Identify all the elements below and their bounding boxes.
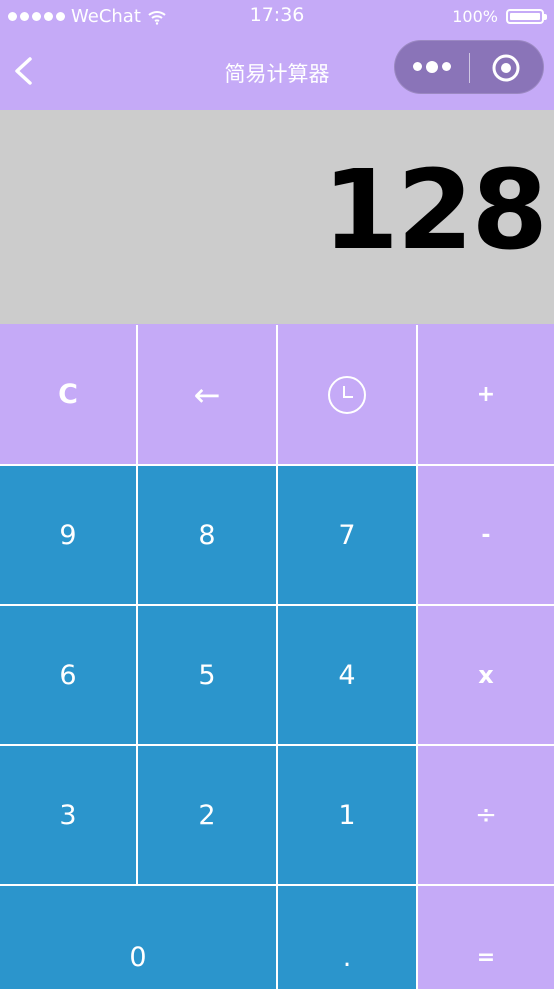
digit-7-button[interactable]: 7 (278, 466, 416, 604)
divide-button[interactable]: ÷ (418, 746, 554, 884)
battery-area: 100% (452, 7, 547, 26)
target-circle-icon[interactable] (492, 54, 520, 82)
history-button[interactable] (278, 325, 416, 464)
digit-label: 0 (129, 942, 147, 973)
minus-label: - (481, 522, 491, 548)
plus-button[interactable]: + (418, 325, 554, 464)
digit-9-button[interactable]: 9 (0, 466, 136, 604)
multiply-label: x (478, 661, 494, 689)
status-bar: WeChat 17:36 100% (0, 0, 554, 34)
backspace-label: ← (193, 375, 221, 414)
display-value: 128 (322, 146, 548, 274)
more-dots-icon[interactable] (413, 60, 451, 73)
plus-label: + (476, 382, 496, 407)
digit-label: 4 (338, 659, 356, 691)
digit-8-button[interactable]: 8 (138, 466, 276, 604)
clock-icon (328, 375, 366, 414)
battery-icon (506, 9, 547, 24)
digit-2-button[interactable]: 2 (138, 746, 276, 884)
digit-label: 1 (338, 799, 356, 831)
battery-percent: 100% (452, 7, 498, 26)
digit-label: 8 (198, 519, 216, 551)
digit-label: 6 (59, 659, 77, 691)
equals-label: = (476, 945, 496, 970)
capsule-divider (469, 53, 470, 83)
navigation-bar: 简易计算器 (0, 34, 554, 108)
digit-label: 7 (338, 519, 356, 551)
digit-label: 9 (59, 519, 77, 551)
mini-program-capsule (394, 40, 544, 94)
calculator-display: 128 (0, 110, 554, 324)
clear-label: C (58, 379, 78, 410)
multiply-button[interactable]: x (418, 606, 554, 744)
digit-6-button[interactable]: 6 (0, 606, 136, 744)
digit-0-button[interactable]: 0 (0, 886, 276, 989)
decimal-point-button[interactable]: . (278, 886, 416, 989)
digit-1-button[interactable]: 1 (278, 746, 416, 884)
digit-label: 3 (59, 799, 77, 831)
digit-label: 2 (198, 799, 216, 831)
clear-button[interactable]: C (0, 325, 136, 464)
equals-button[interactable]: = (418, 886, 554, 989)
digit-5-button[interactable]: 5 (138, 606, 276, 744)
digit-3-button[interactable]: 3 (0, 746, 136, 884)
minus-button[interactable]: - (418, 466, 554, 604)
keypad: C ← + 9 8 7 - 6 5 4 x 3 2 1 ÷ 0 . = (0, 325, 554, 989)
decimal-label: . (342, 942, 352, 973)
digit-4-button[interactable]: 4 (278, 606, 416, 744)
backspace-button[interactable]: ← (138, 325, 276, 464)
divide-label: ÷ (475, 800, 497, 830)
digit-label: 5 (198, 659, 216, 691)
